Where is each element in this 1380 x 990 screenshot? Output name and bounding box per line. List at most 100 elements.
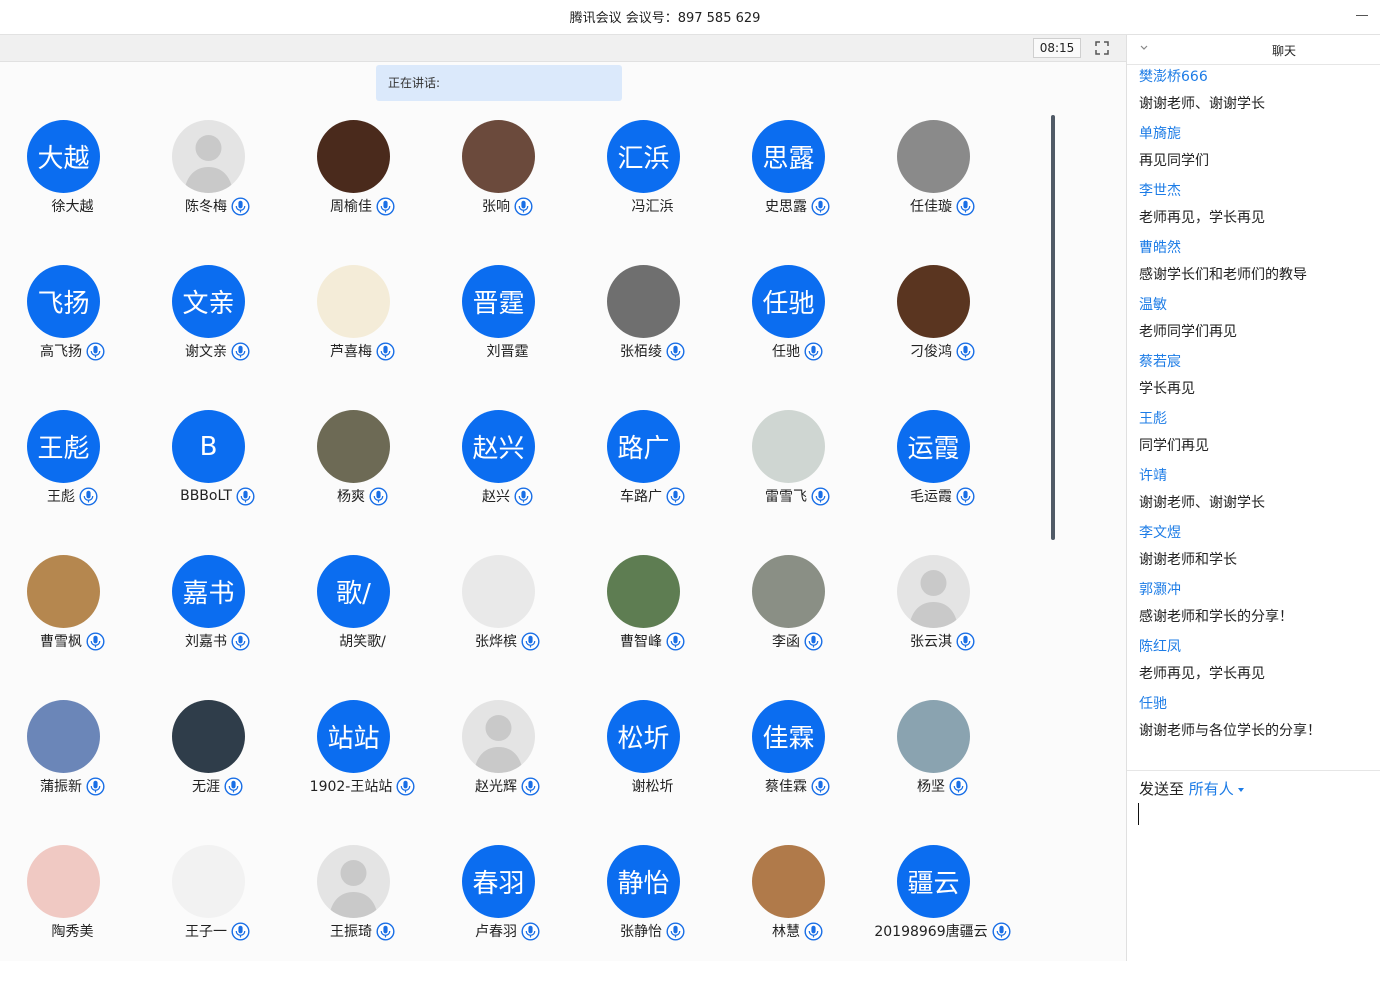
participant-tile[interactable]: 张响 (435, 120, 580, 265)
participant-tile[interactable]: 思露 史思露 (725, 120, 870, 265)
microphone-icon (811, 486, 830, 506)
chat-sender[interactable]: 单旖旎 (1139, 122, 1375, 146)
avatar: 歌/ (317, 555, 390, 628)
participant-tile[interactable]: 刁俊鸿 (870, 265, 1015, 410)
participant-tile[interactable]: 汇浜 冯汇浜 (580, 120, 725, 265)
chat-sender[interactable]: 郭灏冲 (1139, 578, 1375, 602)
microphone-icon (236, 486, 255, 506)
participant-tile[interactable]: 任驰 任驰 (725, 265, 870, 410)
participant-tile[interactable]: 无涯 (145, 700, 290, 845)
participant-tile[interactable]: B BBBoLT (145, 410, 290, 555)
fullscreen-icon[interactable] (1095, 41, 1109, 55)
participant-tile[interactable]: 芦喜梅 (290, 265, 435, 410)
participant-name: 张烨槟 (475, 634, 517, 650)
chat-sender[interactable]: 蔡若宸 (1139, 350, 1375, 374)
chat-sender[interactable]: 温敏 (1139, 293, 1375, 317)
chat-sender[interactable]: 曹皓然 (1139, 236, 1375, 260)
participant-tile[interactable]: 赵兴 赵兴 (435, 410, 580, 555)
participant-tile[interactable]: 疆云 20198969唐疆云 (870, 845, 1015, 990)
participant-name-row: 王振琦 (290, 920, 435, 942)
participant-tile[interactable]: 站站 1902-王站站 (290, 700, 435, 845)
participant-tile[interactable]: 李函 (725, 555, 870, 700)
chat-composer[interactable]: 发送至 所有人 (1127, 770, 1380, 961)
participant-tile[interactable]: 嘉书 刘嘉书 (145, 555, 290, 700)
participant-tile[interactable]: 赵光辉 (435, 700, 580, 845)
chat-text: 谢谢老师与各位学长的分享！ (1139, 723, 1321, 739)
participant-name-row: 赵光辉 (435, 775, 580, 797)
participant-tile[interactable]: 松圻 谢松圻 (580, 700, 725, 845)
chat-title: 聊天 (1271, 44, 1296, 58)
participant-tile[interactable]: 陶秀美 (0, 845, 145, 990)
chat-sender[interactable]: 李世杰 (1139, 179, 1375, 203)
participant-tile[interactable]: 林慧 (725, 845, 870, 990)
minimize-icon[interactable] (1356, 15, 1368, 16)
participant-tile[interactable]: 杨坚 (870, 700, 1015, 845)
send-to-target[interactable]: 所有人 (1189, 780, 1234, 798)
participant-name: 曹智峰 (620, 634, 662, 650)
avatar (607, 555, 680, 628)
chat-text: 同学们再见 (1139, 438, 1209, 454)
participant-tile[interactable]: 文亲 谢文亲 (145, 265, 290, 410)
participant-tile[interactable]: 任佳璇 (870, 120, 1015, 265)
participant-tile[interactable]: 路广 车路广 (580, 410, 725, 555)
avatar: 佳霖 (752, 700, 825, 773)
chat-sender[interactable]: 王彪 (1139, 407, 1375, 431)
participant-tile[interactable]: 周榆佳 (290, 120, 435, 265)
chat-text: 谢谢老师和学长 (1139, 552, 1237, 568)
participant-tile[interactable]: 张烨槟 (435, 555, 580, 700)
chat-sender[interactable]: 李文煜 (1139, 521, 1375, 545)
chat-message: 李文煜谢谢老师和学长 (1139, 521, 1375, 578)
chat-sender[interactable]: 樊澎桥666 (1139, 65, 1375, 89)
participant-tile[interactable]: 蒲振新 (0, 700, 145, 845)
microphone-icon (956, 631, 975, 651)
participant-tile[interactable]: 王子一 (145, 845, 290, 990)
microphone-icon (949, 776, 968, 796)
chat-sender[interactable]: 许靖 (1139, 464, 1375, 488)
participant-name: 周榆佳 (330, 199, 372, 215)
participant-tile[interactable]: 春羽 卢春羽 (435, 845, 580, 990)
chat-sender[interactable]: 任驰 (1139, 692, 1375, 716)
participant-name-row: BBBoLT (145, 485, 290, 507)
avatar (172, 845, 245, 918)
speaking-indicator: 正在讲话: (376, 65, 622, 101)
participant-name: 杨坚 (917, 779, 945, 795)
participant-name-row: 陈冬梅 (145, 195, 290, 217)
participant-tile[interactable]: 飞扬 高飞扬 (0, 265, 145, 410)
participant-tile[interactable]: 佳霖 蔡佳霖 (725, 700, 870, 845)
participant-name: 刁俊鸿 (910, 344, 952, 360)
participant-tile[interactable]: 歌/胡笑歌/ (290, 555, 435, 700)
participant-tile[interactable]: 张栢绫 (580, 265, 725, 410)
participant-tile[interactable]: 王彪 王彪 (0, 410, 145, 555)
chat-input[interactable] (1138, 803, 1139, 825)
participant-name: 任驰 (772, 344, 800, 360)
participant-tile[interactable]: 王振琦 (290, 845, 435, 990)
participant-tile[interactable]: 晋霆 刘晋霆 (435, 265, 580, 410)
participant-name: 徐大越 (51, 199, 94, 215)
participant-name: 张栢绫 (620, 344, 662, 360)
participant-tile[interactable]: 张云淇 (870, 555, 1015, 700)
participant-name: 任佳璇 (910, 199, 952, 215)
avatar: 站站 (317, 700, 390, 773)
participant-tile[interactable]: 曹智峰 (580, 555, 725, 700)
participant-tile[interactable]: 曹雪枫 (0, 555, 145, 700)
participant-tile[interactable]: 杨爽 (290, 410, 435, 555)
participant-tile[interactable]: 运霞 毛运霞 (870, 410, 1015, 555)
grid-scrollbar[interactable] (1051, 115, 1055, 540)
dropdown-caret-icon[interactable] (1237, 787, 1244, 792)
participant-tile[interactable]: 雷雪飞 (725, 410, 870, 555)
avatar: 路广 (607, 410, 680, 483)
participant-tile[interactable]: 静怡 张静怡 (580, 845, 725, 990)
microphone-icon (956, 486, 975, 506)
participant-name: BBBoLT (180, 488, 232, 504)
avatar (752, 845, 825, 918)
participant-name-row: 毛运霞 (870, 485, 1015, 507)
microphone-icon (369, 486, 388, 506)
chat-sender[interactable]: 陈红凤 (1139, 635, 1375, 659)
avatar (317, 410, 390, 483)
participant-tile[interactable]: 陈冬梅 (145, 120, 290, 265)
chat-text: 谢谢老师、谢谢学长 (1139, 495, 1265, 511)
participant-tile[interactable]: 大越 徐大越 (0, 120, 145, 265)
participant-name: 赵兴 (482, 489, 510, 505)
avatar: 汇浜 (607, 120, 680, 193)
participant-name: 陶秀美 (51, 924, 94, 940)
